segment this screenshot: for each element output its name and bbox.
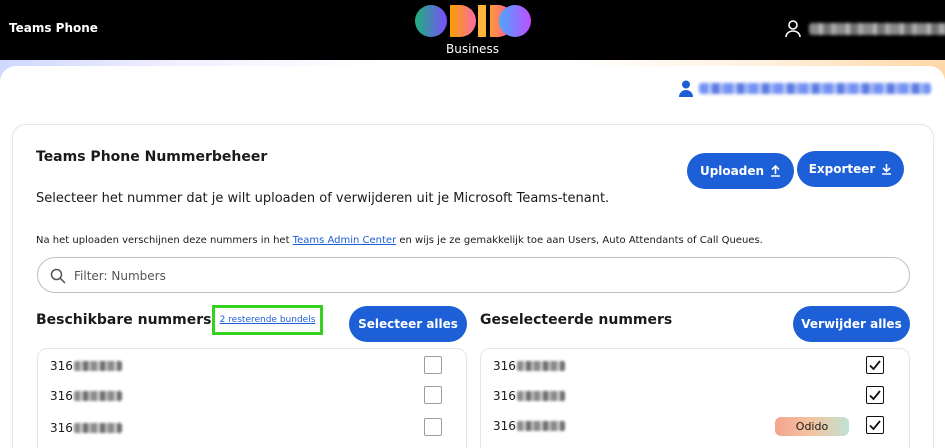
number-redacted bbox=[516, 391, 565, 401]
tenant-id-redacted bbox=[699, 83, 931, 94]
top-bar: Teams Phone odido Business bbox=[0, 0, 945, 60]
user-name-redacted bbox=[809, 23, 945, 35]
row-checkbox[interactable] bbox=[424, 356, 442, 374]
download-icon bbox=[882, 164, 892, 175]
remaining-bundles-link[interactable]: 2 resterende bundels bbox=[212, 305, 323, 335]
hint-text-before: Na het uploaden verschijnen deze nummers… bbox=[36, 235, 293, 246]
number-prefix: 316 bbox=[50, 421, 73, 435]
checkmark-icon bbox=[869, 360, 881, 371]
card-subtitle: Selecteer het nummer dat je wilt uploade… bbox=[36, 191, 610, 206]
teams-admin-center-link[interactable]: Teams Admin Center bbox=[293, 235, 397, 246]
export-label: Exporteer bbox=[808, 162, 876, 176]
number-redacted bbox=[516, 361, 565, 371]
list-item[interactable]: 316 bbox=[38, 413, 466, 443]
available-numbers-list: 316 316 316 bbox=[37, 348, 467, 448]
phone-number: 316 bbox=[50, 359, 122, 373]
upload-hint: Na het uploaden verschijnen deze nummers… bbox=[36, 235, 763, 246]
search-icon bbox=[50, 268, 66, 284]
phone-number: 316 bbox=[493, 389, 565, 403]
row-checkbox[interactable] bbox=[866, 386, 884, 404]
app-title: Teams Phone bbox=[9, 21, 98, 35]
phone-number: 316 bbox=[493, 359, 565, 373]
number-redacted bbox=[73, 361, 122, 371]
checkmark-icon bbox=[869, 420, 881, 431]
number-prefix: 316 bbox=[50, 389, 73, 403]
remove-all-button[interactable]: Verwijder alles bbox=[793, 306, 910, 342]
list-item[interactable]: 316 Odido bbox=[481, 411, 909, 441]
export-button[interactable]: Exporteer bbox=[797, 151, 904, 187]
row-checkbox[interactable] bbox=[424, 386, 442, 404]
card-title: Teams Phone Nummerbeheer bbox=[36, 149, 268, 165]
filter-input[interactable] bbox=[74, 266, 894, 286]
upload-label: Uploaden bbox=[699, 164, 765, 178]
selected-numbers-list: 316 316 316 Odido bbox=[480, 348, 910, 448]
number-prefix: 316 bbox=[50, 359, 73, 373]
user-icon bbox=[785, 20, 801, 38]
phone-number: 316 bbox=[50, 421, 122, 435]
number-prefix: 316 bbox=[493, 389, 516, 403]
number-redacted bbox=[73, 391, 122, 401]
row-checkbox[interactable] bbox=[866, 356, 884, 374]
list-item[interactable]: 316 bbox=[481, 381, 909, 411]
number-redacted bbox=[73, 423, 122, 433]
upload-icon bbox=[771, 165, 781, 177]
list-item[interactable]: 316 bbox=[38, 381, 466, 411]
list-item[interactable]: 316 bbox=[481, 351, 909, 381]
number-prefix: 316 bbox=[493, 419, 516, 433]
checkmark-icon bbox=[869, 390, 881, 401]
provider-badge: Odido bbox=[775, 417, 849, 436]
row-checkbox[interactable] bbox=[866, 416, 884, 434]
logo-subtitle: Business bbox=[446, 42, 499, 56]
selected-numbers-title: Geselecteerde nummers bbox=[480, 312, 673, 328]
phone-number: 316 bbox=[493, 419, 565, 433]
number-prefix: 316 bbox=[493, 359, 516, 373]
row-checkbox[interactable] bbox=[424, 418, 442, 436]
phone-number: 316 bbox=[50, 389, 122, 403]
hint-text-after: en wijs je ze gemakkelijk toe aan Users,… bbox=[396, 235, 763, 246]
select-all-button[interactable]: Selecteer alles bbox=[349, 306, 467, 342]
available-numbers-title: Beschikbare nummers bbox=[36, 312, 212, 328]
list-item[interactable]: 316 bbox=[38, 351, 466, 381]
odido-logo: odido bbox=[415, 5, 531, 37]
upload-button[interactable]: Uploaden bbox=[687, 153, 794, 189]
filter-search-box[interactable] bbox=[37, 257, 910, 293]
tenant-user-icon bbox=[679, 80, 693, 97]
number-redacted bbox=[516, 421, 565, 431]
